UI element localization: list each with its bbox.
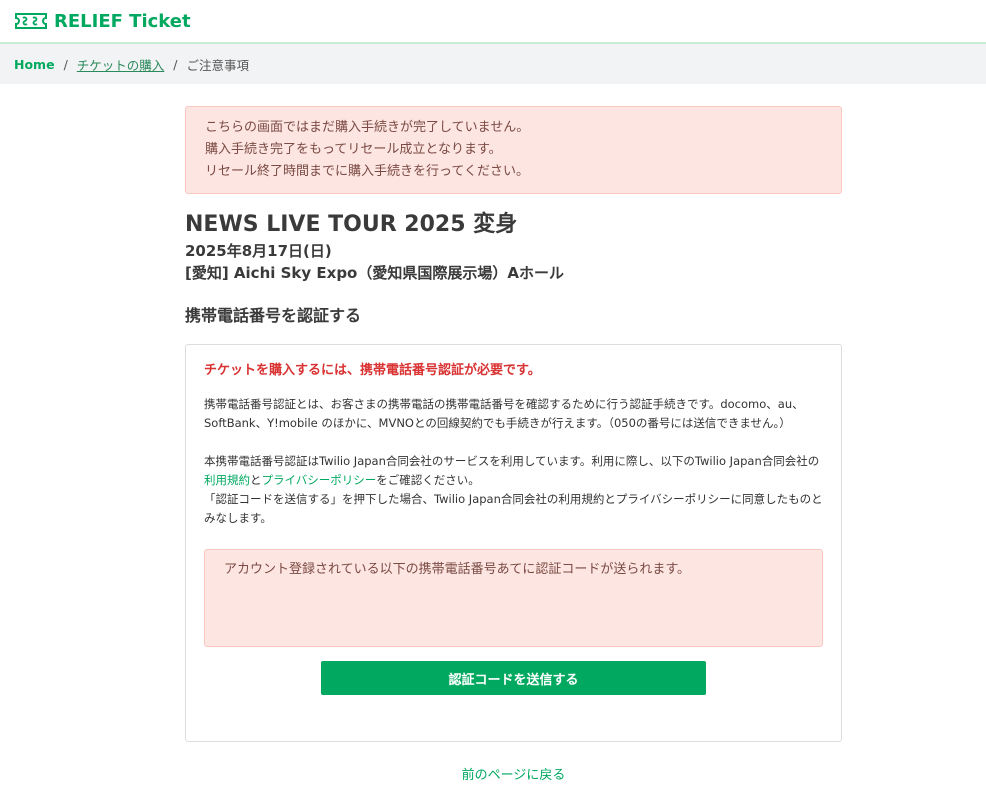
alert-line: リセール終了時間までに購入手続きを行ってください。 (205, 164, 529, 179)
verification-required-warning: チケットを購入するには、携帯電話番号認証が必要です。 (204, 363, 541, 378)
alert-line: こちらの画面ではまだ購入手続きが完了していません。 (205, 120, 530, 135)
section-title: 携帯電話番号を認証する (185, 306, 362, 325)
event-venue: [愛知] Aichi Sky Expo（愛知県国際展示場）Aホール (185, 264, 564, 282)
breadcrumb-separator: / (173, 56, 178, 72)
logo[interactable]: RELIEF Ticket (14, 11, 191, 32)
alert-line: 購入手続き完了をもってリセール成立となります。 (205, 142, 502, 157)
ticket-logo-icon (15, 13, 47, 29)
privacy-policy-link[interactable]: プライバシーポリシー (262, 473, 377, 487)
breadcrumb-separator: / (63, 56, 68, 72)
incomplete-purchase-alert: こちらの画面ではまだ購入手続きが完了していません。 購入手続き完了をもってリセー… (185, 106, 842, 194)
site-header: RELIEF Ticket (0, 0, 986, 44)
consent-notice: 「認証コードを送信する」を押下した場合、Twilio Japan合同会社の利用規… (204, 492, 823, 525)
twilio-notice-prefix: 本携帯電話番号認証はTwilio Japan合同会社のサービスを利用しています。… (204, 454, 820, 468)
twilio-notice-suffix: をご確認ください。 (376, 473, 480, 487)
event-date: 2025年8月17日(日) (185, 242, 332, 260)
main-content: こちらの画面ではまだ購入手続きが完了していません。 購入手続き完了をもってリセー… (185, 84, 842, 783)
phone-number-box: アカウント登録されている以下の携帯電話番号あてに認証コードが送られます。 (204, 549, 823, 647)
twilio-notice: 本携帯電話番号認証はTwilio Japan合同会社のサービスを利用しています。… (204, 452, 823, 528)
verification-description: 携帯電話番号認証とは、お客さまの携帯電話の携帯電話番号を確認するために行う認証手… (204, 397, 804, 430)
breadcrumb: Home / チケットの購入 / ご注意事項 (0, 44, 986, 84)
terms-link[interactable]: 利用規約 (204, 473, 250, 487)
back-link[interactable]: 前のページに戻る (185, 764, 842, 783)
logo-text: RELIEF Ticket (54, 10, 191, 32)
event-title: NEWS LIVE TOUR 2025 変身 (185, 212, 518, 237)
phone-notice: アカウント登録されている以下の携帯電話番号あてに認証コードが送られます。 (224, 562, 691, 577)
phone-verification-card: チケットを購入するには、携帯電話番号認証が必要です。 携帯電話番号認証とは、お客… (185, 344, 842, 742)
breadcrumb-home[interactable]: Home (14, 57, 55, 72)
and-text: と (250, 473, 262, 487)
breadcrumb-purchase[interactable]: チケットの購入 (77, 55, 165, 74)
send-code-button[interactable]: 認証コードを送信する (321, 661, 706, 695)
breadcrumb-current: ご注意事項 (186, 57, 250, 73)
